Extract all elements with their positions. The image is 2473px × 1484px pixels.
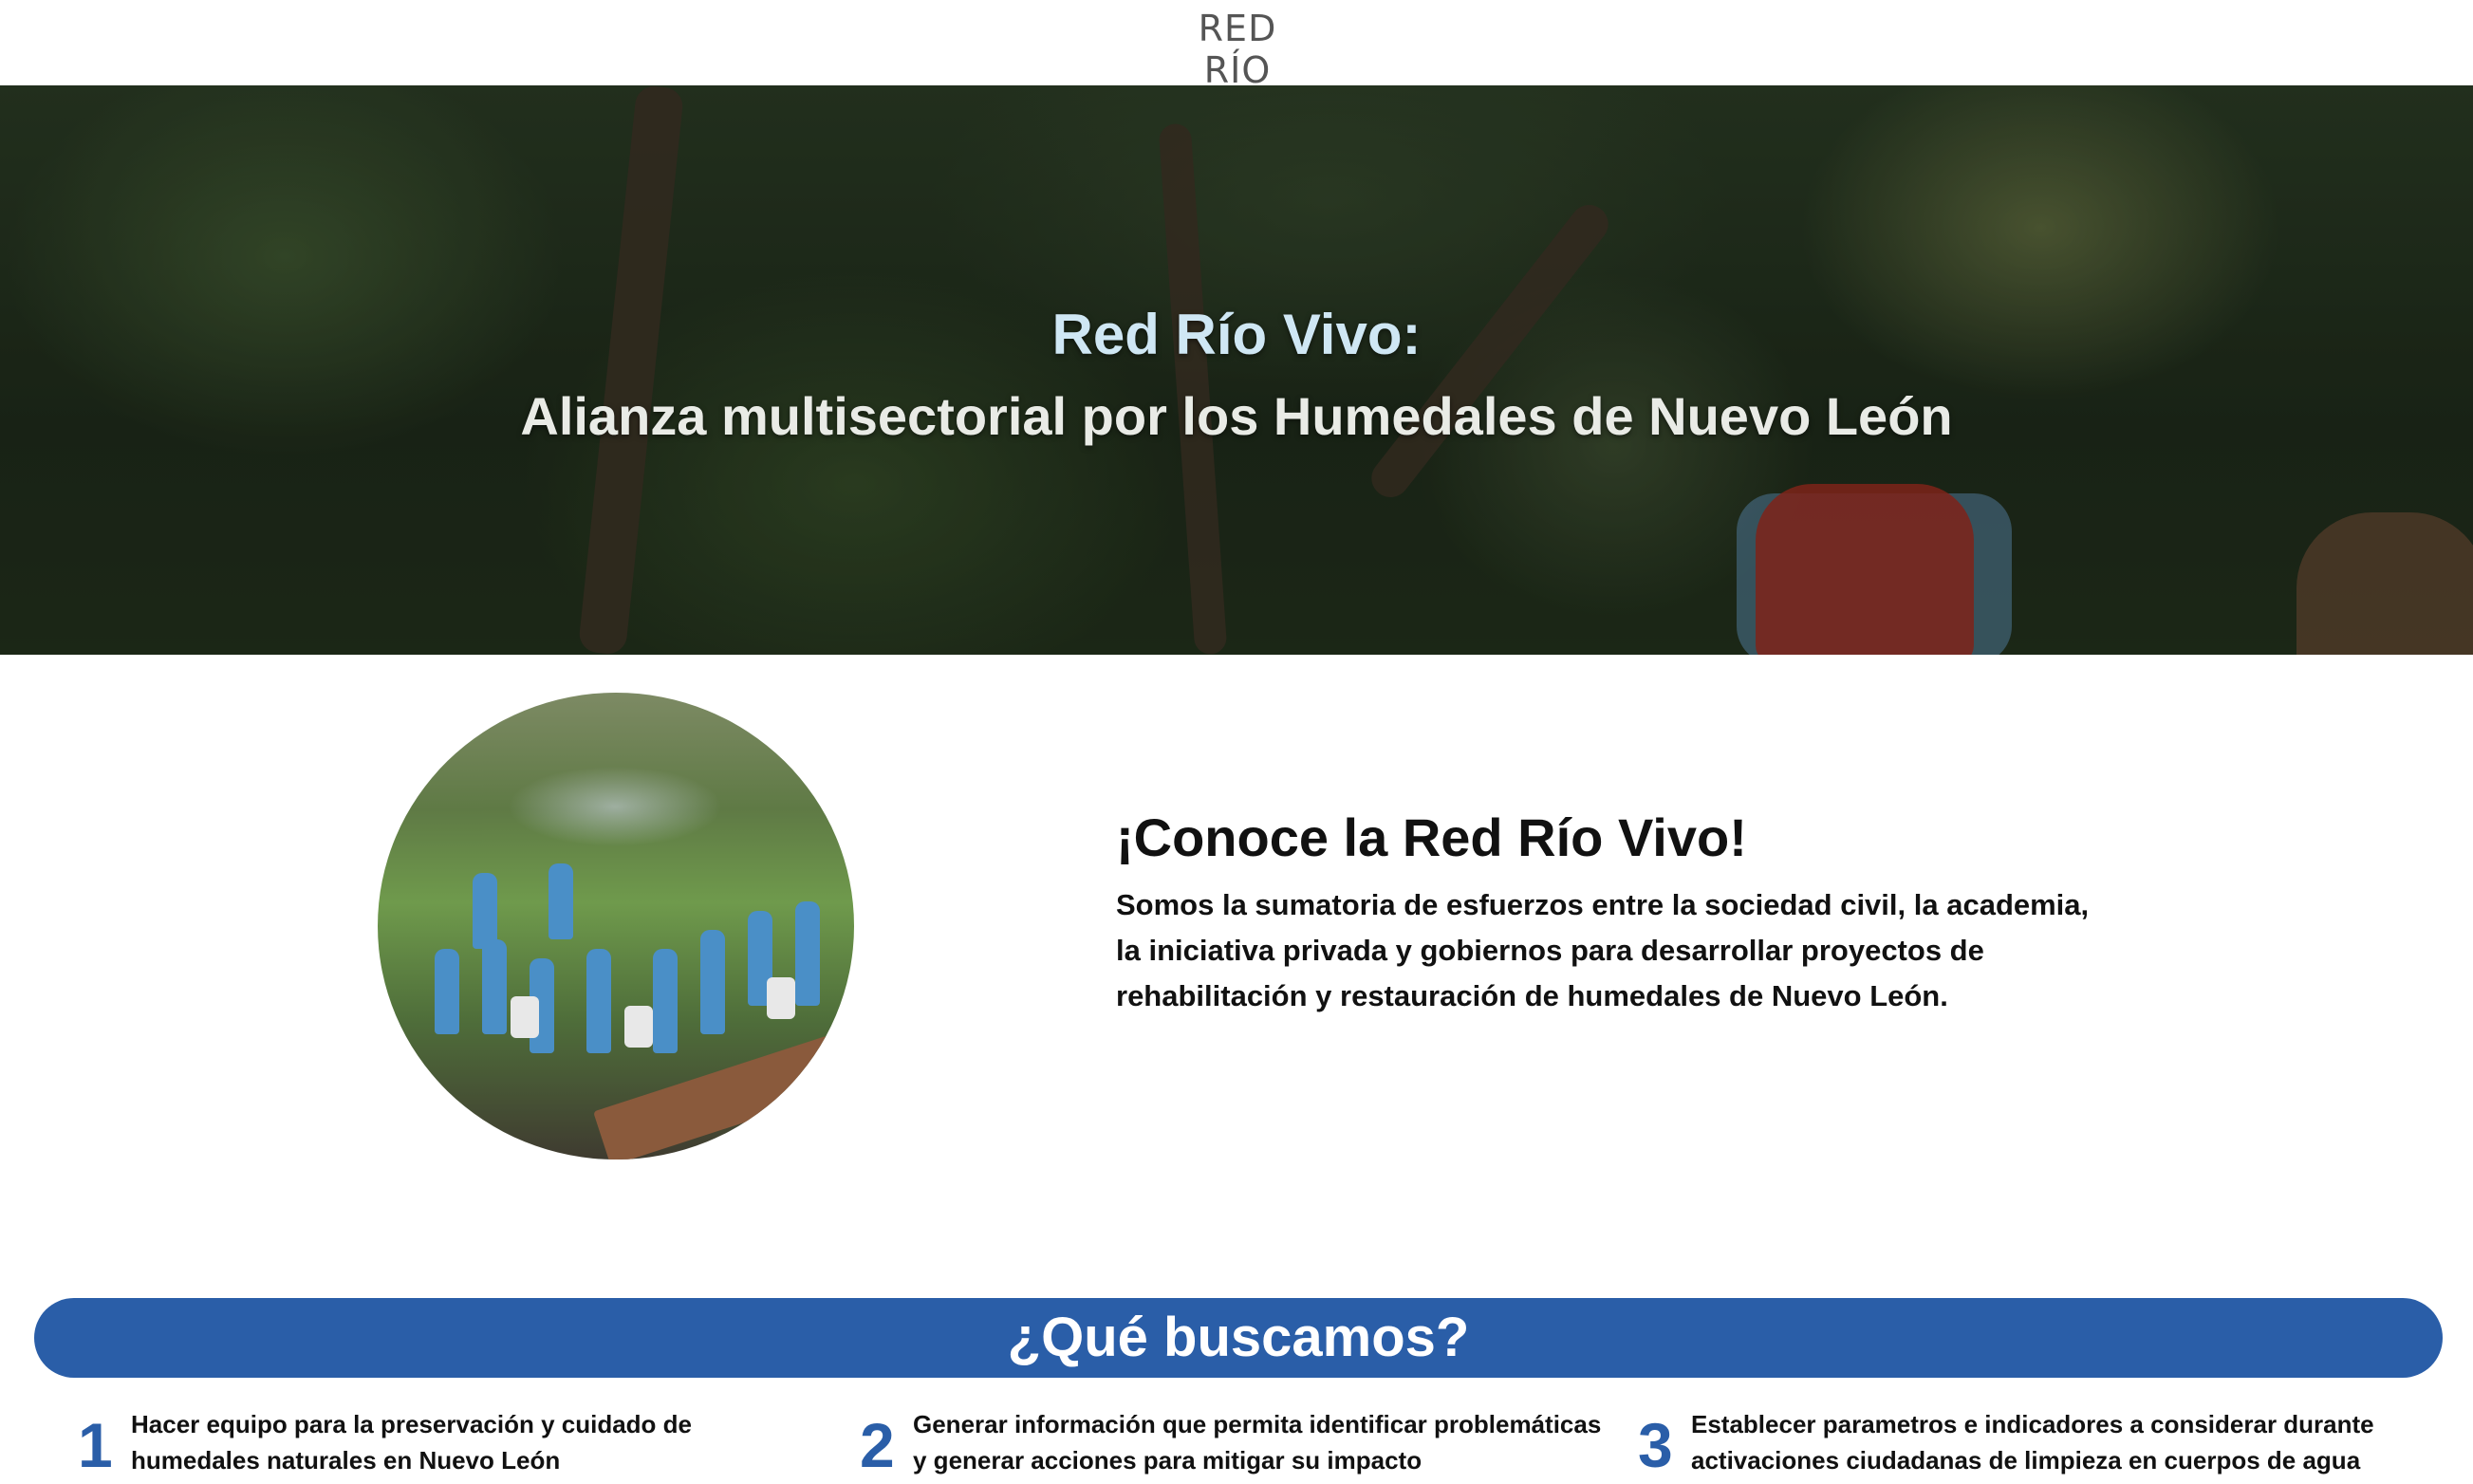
volunteer-figure xyxy=(795,901,820,1006)
hero-title: Red Río Vivo: xyxy=(1051,303,1422,366)
goal-text: Generar información que permita identifi… xyxy=(913,1410,1602,1475)
site-logo[interactable]: RED RÍO vivo xyxy=(1165,8,1310,115)
hero-banner: Red Río Vivo: Alianza multisectorial por… xyxy=(0,85,2473,655)
goals-title: ¿Qué buscamos? xyxy=(1007,1307,1470,1368)
volunteer-figure xyxy=(653,949,678,1053)
about-title: ¡Conoce la Red Río Vivo! xyxy=(1116,807,1747,867)
goal-text: Establecer parametros e indicadores a co… xyxy=(1691,1410,2374,1475)
goals-banner: ¿Qué buscamos? xyxy=(34,1298,2443,1378)
trash-bag xyxy=(624,1006,653,1048)
goal-item: 3 Establecer parametros e indicadores a … xyxy=(1638,1406,2416,1484)
goal-item: 2 Generar información que permita identi… xyxy=(860,1406,1619,1484)
goal-number: 3 xyxy=(1638,1410,1673,1480)
goal-number: 2 xyxy=(860,1410,895,1480)
photo-stairs xyxy=(593,1035,846,1159)
site-header: RED RÍO vivo xyxy=(0,0,2473,115)
logo-wordmark-top: RED RÍO xyxy=(1198,8,1277,91)
volunteer-figure xyxy=(700,930,725,1034)
volunteer-figure xyxy=(473,873,497,949)
trash-bag xyxy=(511,996,539,1038)
about-photo-volunteers xyxy=(378,693,854,1159)
volunteer-figure xyxy=(482,939,507,1034)
trash-bag xyxy=(767,977,795,1019)
hero-subtitle: Alianza multisectorial por los Humedales… xyxy=(520,386,1953,446)
goal-text: Hacer equipo para la preservación y cuid… xyxy=(131,1410,692,1475)
goal-item: 1 Hacer equipo para la preservación y cu… xyxy=(78,1406,818,1484)
volunteer-figure xyxy=(586,949,611,1053)
about-description: Somos la sumatoria de esfuerzos entre la… xyxy=(1116,888,2090,1012)
hero-overlay xyxy=(0,85,2473,655)
goal-number: 1 xyxy=(78,1410,113,1480)
volunteer-figure xyxy=(549,863,573,939)
volunteer-figure xyxy=(435,949,459,1034)
